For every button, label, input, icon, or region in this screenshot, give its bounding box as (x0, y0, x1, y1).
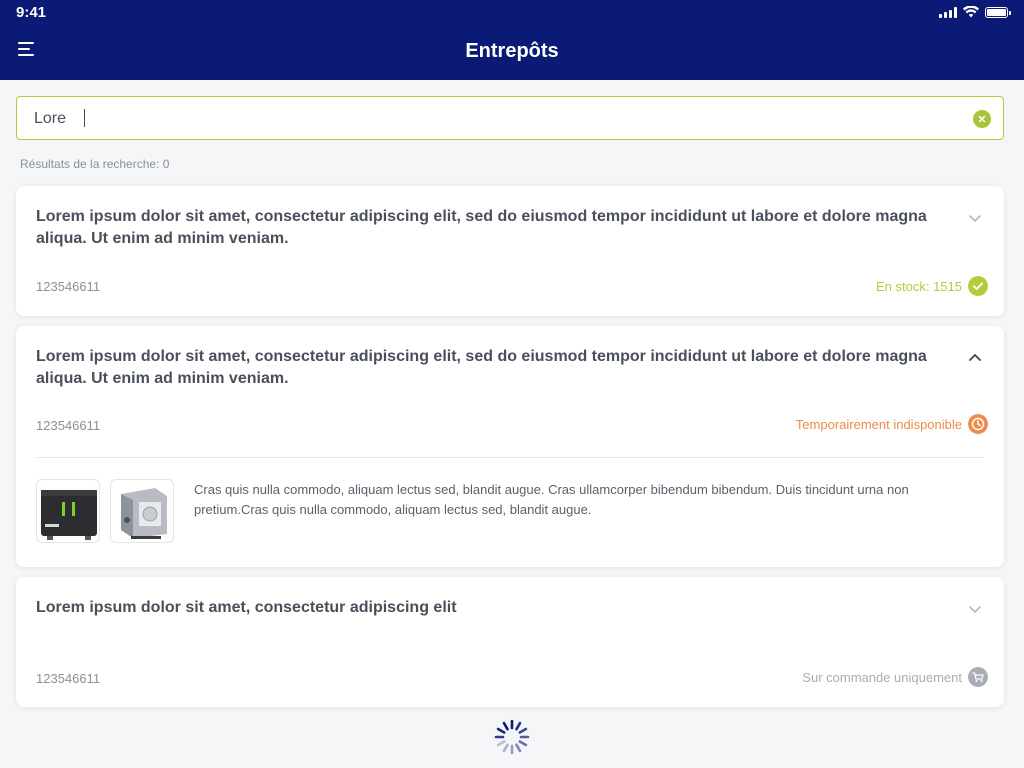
status-label: Sur commande uniquement (802, 669, 962, 685)
status-time: 9:41 (16, 4, 47, 21)
status-label: Temporairement indisponible (795, 416, 962, 432)
page-title: Entrepôts (465, 40, 559, 62)
product-title: Lorem ipsum dolor sit amet, consectetur … (36, 599, 457, 616)
wifi-icon (963, 6, 979, 18)
search-field[interactable] (16, 96, 1004, 140)
divider (36, 457, 984, 458)
product-box-image (121, 488, 167, 539)
product-unit-image (41, 490, 97, 540)
app-header: 9:41 Entrepôts (0, 0, 1024, 80)
cellular-signal-icon (939, 6, 957, 18)
product-title: Lorem ipsum dolor sit amet, consectetur … (36, 208, 927, 247)
close-icon (978, 115, 986, 123)
stock-status: En stock: 1515 (876, 276, 988, 296)
cart-icon (968, 667, 988, 687)
product-reference: 123546611 (36, 279, 101, 294)
product-card-expanded[interactable]: Lorem ipsum dolor sit amet, consectetur … (16, 326, 1004, 567)
text-caret (84, 109, 85, 127)
status-icons (939, 6, 1011, 18)
search-results-count: Résultats de la recherche: 0 (20, 157, 170, 171)
product-image[interactable] (110, 479, 174, 543)
product-reference: 123546611 (36, 418, 101, 433)
product-card[interactable]: Lorem ipsum dolor sit amet, consectetur … (16, 577, 1004, 707)
product-reference: 123546611 (36, 671, 101, 686)
stock-status: Sur commande uniquement (802, 667, 988, 687)
clear-search-button[interactable] (973, 110, 991, 128)
loading-spinner-icon (494, 719, 530, 755)
product-description: Cras quis nulla commodo, aliquam lectus … (194, 482, 909, 517)
status-label: En stock: 1515 (876, 278, 962, 294)
battery-icon (985, 6, 1011, 18)
chevron-up-icon[interactable] (968, 351, 982, 365)
search-input[interactable] (32, 107, 932, 131)
product-image[interactable] (36, 479, 100, 543)
product-title: Lorem ipsum dolor sit amet, consectetur … (36, 348, 927, 387)
chevron-down-icon[interactable] (968, 602, 982, 616)
chevron-down-icon[interactable] (968, 211, 982, 225)
stock-status: Temporairement indisponible (796, 414, 988, 434)
check-circle-icon (968, 276, 988, 296)
clock-icon (968, 414, 988, 434)
product-card[interactable]: Lorem ipsum dolor sit amet, consectetur … (16, 186, 1004, 316)
